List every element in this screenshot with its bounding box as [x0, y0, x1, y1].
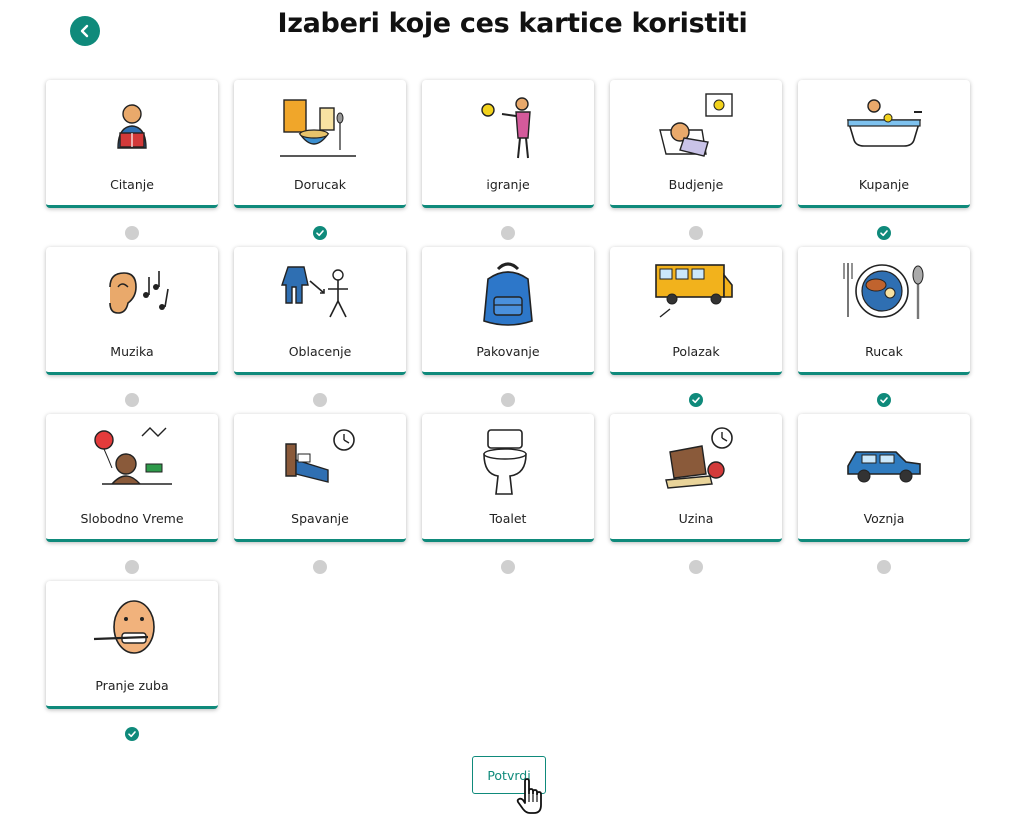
- card-cell: Polazak: [610, 247, 782, 414]
- unselected-dot[interactable]: [501, 393, 515, 407]
- unselected-dot[interactable]: [313, 393, 327, 407]
- card-label: Toalet: [489, 511, 527, 526]
- lunch-plate-icon: [834, 257, 934, 337]
- activity-card[interactable]: Rucak: [798, 247, 970, 375]
- activity-card[interactable]: Pakovanje: [422, 247, 594, 375]
- page-title: Izaberi koje ces kartice koristiti: [277, 8, 748, 39]
- playing-ball-icon: [458, 90, 558, 170]
- backpack-icon: [458, 257, 558, 337]
- card-label: igranje: [486, 177, 530, 192]
- unselected-dot[interactable]: [501, 226, 515, 240]
- activity-card[interactable]: Oblacenje: [234, 247, 406, 375]
- activity-card[interactable]: Citanje: [46, 80, 218, 208]
- music-ear-icon: [82, 257, 182, 337]
- toilet-icon: [458, 424, 558, 504]
- card-label: Muzika: [110, 344, 154, 359]
- card-label: Oblacenje: [288, 344, 352, 359]
- activity-card[interactable]: Uzina: [610, 414, 782, 542]
- card-cell: Pranje zuba: [46, 581, 218, 748]
- activity-card[interactable]: Muzika: [46, 247, 218, 375]
- card-cell: Citanje: [46, 80, 218, 247]
- reading-icon: [82, 90, 182, 170]
- snack-clock-icon: [646, 424, 746, 504]
- activity-card[interactable]: Slobodno Vreme: [46, 414, 218, 542]
- free-time-icon: [82, 424, 182, 504]
- card-label: Voznja: [863, 511, 905, 526]
- card-label: Spavanje: [291, 511, 349, 526]
- getting-dressed-icon: [270, 257, 370, 337]
- card-cell: Budjenje: [610, 80, 782, 247]
- unselected-dot[interactable]: [125, 393, 139, 407]
- car-icon: [834, 424, 934, 504]
- unselected-dot[interactable]: [125, 560, 139, 574]
- card-label: Dorucak: [293, 177, 347, 192]
- card-label: Uzina: [678, 511, 714, 526]
- card-label: Slobodno Vreme: [80, 511, 184, 526]
- card-label: Pranje zuba: [95, 678, 169, 693]
- activity-card[interactable]: Dorucak: [234, 80, 406, 208]
- activity-card[interactable]: Polazak: [610, 247, 782, 375]
- card-cell: Kupanje: [798, 80, 970, 247]
- card-label: Citanje: [110, 177, 154, 192]
- card-cell: Toalet: [422, 414, 594, 581]
- activity-card[interactable]: Toalet: [422, 414, 594, 542]
- unselected-dot[interactable]: [501, 560, 515, 574]
- card-label: Rucak: [865, 344, 903, 359]
- unselected-dot[interactable]: [689, 560, 703, 574]
- card-cell: igranje: [422, 80, 594, 247]
- breakfast-icon: [270, 90, 370, 170]
- school-bus-icon: [646, 257, 746, 337]
- card-cell: Oblacenje: [234, 247, 406, 414]
- bed-clock-icon: [270, 424, 370, 504]
- bathtub-icon: [834, 90, 934, 170]
- card-cell: Spavanje: [234, 414, 406, 581]
- activity-card[interactable]: Spavanje: [234, 414, 406, 542]
- card-label: Budjenje: [668, 177, 724, 192]
- unselected-dot[interactable]: [125, 226, 139, 240]
- card-label: Polazak: [672, 344, 720, 359]
- activity-card[interactable]: Kupanje: [798, 80, 970, 208]
- activity-card[interactable]: Budjenje: [610, 80, 782, 208]
- activity-card[interactable]: Pranje zuba: [46, 581, 218, 709]
- unselected-dot[interactable]: [313, 560, 327, 574]
- activity-card[interactable]: igranje: [422, 80, 594, 208]
- card-cell: Uzina: [610, 414, 782, 581]
- unselected-dot[interactable]: [877, 560, 891, 574]
- selected-check-icon[interactable]: [689, 393, 703, 407]
- card-cell: Pakovanje: [422, 247, 594, 414]
- card-label: Pakovanje: [476, 344, 540, 359]
- selected-check-icon[interactable]: [313, 226, 327, 240]
- card-cell: Rucak: [798, 247, 970, 414]
- hand-pointer-icon: [516, 778, 542, 814]
- unselected-dot[interactable]: [689, 226, 703, 240]
- card-cell: Muzika: [46, 247, 218, 414]
- brushing-teeth-icon: [82, 591, 182, 671]
- card-grid: Citanje Dorucak igranje Budjenje Kupanje Muzi…: [46, 80, 976, 748]
- card-label: Kupanje: [858, 177, 910, 192]
- selected-check-icon[interactable]: [877, 393, 891, 407]
- card-cell: Dorucak: [234, 80, 406, 247]
- waking-up-icon: [646, 90, 746, 170]
- selected-check-icon[interactable]: [877, 226, 891, 240]
- card-cell: Slobodno Vreme: [46, 414, 218, 581]
- activity-card[interactable]: Voznja: [798, 414, 970, 542]
- selected-check-icon[interactable]: [125, 727, 139, 741]
- card-cell: Voznja: [798, 414, 970, 581]
